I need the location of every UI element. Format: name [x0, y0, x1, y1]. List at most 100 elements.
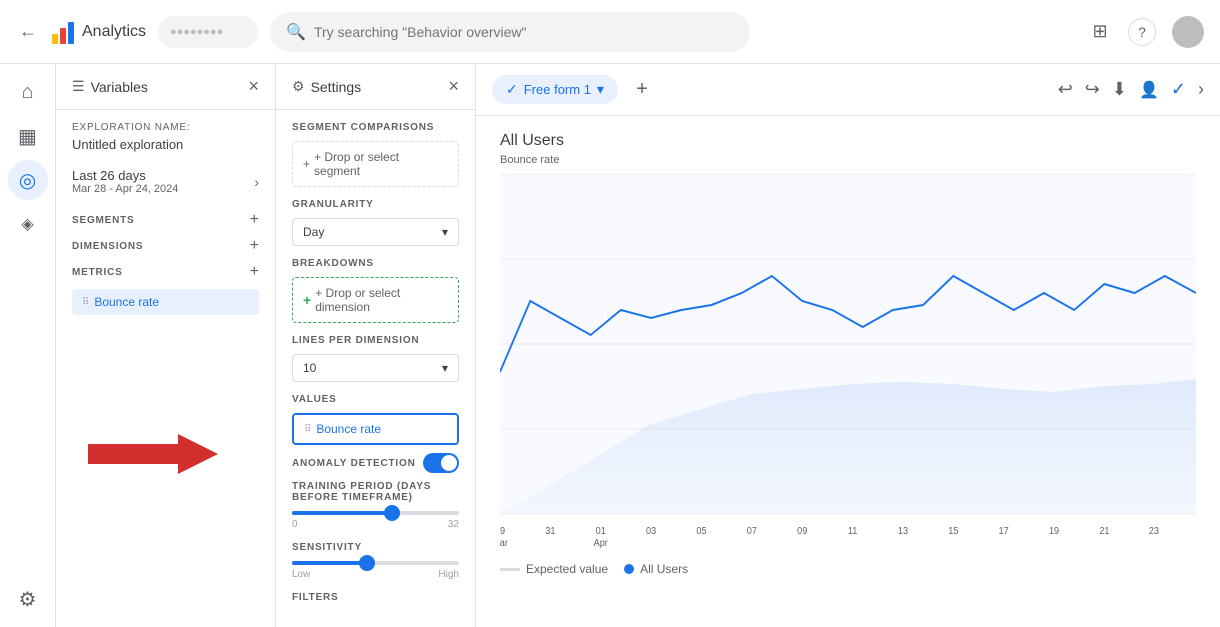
training-period-track[interactable]: [292, 511, 459, 515]
anomaly-detection-row: ANOMALY DETECTION: [292, 453, 459, 473]
exploration-name-label: EXPLORATION NAME:: [72, 122, 259, 133]
variables-panel-icon: ☰: [72, 78, 85, 95]
chart-title: All Users: [500, 132, 1196, 150]
more-icon[interactable]: ›: [1198, 79, 1204, 100]
segments-add-button[interactable]: +: [250, 211, 259, 229]
drag-handle-icon: ⠿: [82, 297, 88, 308]
nav-home[interactable]: ⌂: [8, 72, 48, 112]
drop-segment-label: + Drop or select segment: [314, 150, 448, 178]
training-period-label: TRAINING PERIOD (DAYS BEFORE TIMEFRAME): [292, 481, 459, 503]
legend-all-users: All Users: [624, 562, 688, 576]
toggle-knob: [441, 455, 457, 471]
legend-expected-label: Expected value: [526, 562, 608, 576]
training-period-fill: [292, 511, 392, 515]
values-drag-handle-icon: ⠿: [304, 424, 310, 435]
nav-settings[interactable]: ⚙: [8, 579, 48, 619]
settings-panel-icon: ⚙: [292, 78, 305, 95]
granularity-chevron-icon: ▾: [442, 225, 448, 239]
svg-text:11: 11: [848, 526, 858, 537]
sensitivity-fill: [292, 561, 367, 565]
svg-text:23: 23: [1149, 526, 1159, 537]
help-icon[interactable]: ?: [1128, 18, 1156, 46]
training-period-section: TRAINING PERIOD (DAYS BEFORE TIMEFRAME) …: [292, 481, 459, 530]
search-bar[interactable]: 🔍: [270, 12, 750, 52]
nav-advertising[interactable]: ◈: [8, 204, 48, 244]
drop-dimension-label: + Drop or select dimension: [315, 286, 448, 314]
legend-expected-line-icon: [500, 568, 520, 571]
filters-label: FILTERS: [292, 592, 459, 603]
granularity-select[interactable]: Day ▾: [292, 218, 459, 246]
sensitivity-track[interactable]: [292, 561, 459, 565]
values-label: VALUES: [292, 394, 459, 405]
redo-icon[interactable]: ↪: [1085, 79, 1100, 100]
sensitivity-thumb[interactable]: [359, 555, 375, 571]
sensitivity-label: SENSITIVITY: [292, 542, 459, 553]
lines-per-dimension-select[interactable]: 10 ▾: [292, 354, 459, 382]
exploration-name-section: EXPLORATION NAME: Untitled exploration: [72, 122, 259, 152]
lines-per-dimension-label: LINES PER DIMENSION: [292, 335, 459, 346]
svg-text:07: 07: [747, 526, 757, 537]
drop-segment-box[interactable]: + + Drop or select segment: [292, 141, 459, 187]
tab-check-icon: ✓: [506, 81, 518, 98]
nav-explore[interactable]: ◎: [8, 160, 48, 200]
date-range-chevron[interactable]: ›: [254, 174, 259, 190]
dimensions-section-row: DIMENSIONS +: [72, 237, 259, 255]
metric-chip-bounce-rate[interactable]: ⠿ Bounce rate: [72, 289, 259, 315]
variables-panel-title: Variables: [91, 79, 249, 95]
dimensions-label: DIMENSIONS: [72, 241, 143, 252]
avatar[interactable]: [1172, 16, 1204, 48]
back-button[interactable]: ←: [16, 20, 40, 44]
granularity-value: Day: [303, 225, 324, 239]
download-icon[interactable]: ⬇: [1112, 79, 1127, 100]
anomaly-detection-toggle[interactable]: [423, 453, 459, 473]
dimensions-add-button[interactable]: +: [250, 237, 259, 255]
segments-label: SEGMENTS: [72, 215, 135, 226]
svg-text:31: 31: [545, 526, 555, 537]
check-circle-icon[interactable]: ✓: [1171, 79, 1186, 100]
svg-text:21: 21: [1099, 526, 1109, 537]
legend-all-users-dot-icon: [624, 564, 634, 574]
drop-dimension-plus-icon: +: [303, 292, 311, 308]
drop-segment-plus-icon: +: [303, 157, 310, 171]
drop-dimension-box[interactable]: + + Drop or select dimension: [292, 277, 459, 323]
training-period-thumb[interactable]: [384, 505, 400, 521]
date-range-section[interactable]: Last 26 days Mar 28 - Apr 24, 2024 ›: [72, 168, 259, 195]
settings-close-button[interactable]: ×: [448, 76, 459, 97]
settings-panel-header: ⚙ Settings ×: [276, 64, 475, 110]
breakdowns-label: BREAKDOWNS: [292, 258, 459, 269]
metrics-label: METRICS: [72, 267, 123, 278]
variables-panel-header: ☰ Variables ×: [56, 64, 275, 110]
grid-icon[interactable]: ⊞: [1088, 20, 1112, 44]
sensitivity-high-label: High: [438, 569, 459, 580]
legend-expected-value: Expected value: [500, 562, 608, 576]
nav-reports[interactable]: ▦: [8, 116, 48, 156]
date-range-header: Last 26 days Mar 28 - Apr 24, 2024 ›: [72, 168, 259, 195]
settings-panel: ⚙ Settings × SEGMENT COMPARISONS + + Dro…: [276, 64, 476, 627]
tab-add-button[interactable]: +: [626, 74, 658, 106]
share-icon[interactable]: 👤: [1139, 80, 1159, 100]
variables-panel: ☰ Variables × EXPLORATION NAME: Untitled…: [56, 64, 276, 627]
metrics-add-button[interactable]: +: [250, 263, 259, 281]
chart-svg: 0.8 0.6 0.4 0.2 0: [500, 174, 1196, 554]
svg-text:03: 03: [646, 526, 656, 537]
tab-label: Free form 1: [524, 82, 591, 97]
app-name: Analytics: [82, 23, 146, 41]
lines-per-dimension-chevron-icon: ▾: [442, 361, 448, 375]
search-input[interactable]: [314, 24, 734, 40]
svg-text:17: 17: [999, 526, 1009, 537]
settings-panel-title: Settings: [311, 79, 449, 95]
variables-close-button[interactable]: ×: [248, 76, 259, 97]
granularity-label: GRANULARITY: [292, 199, 459, 210]
date-range-dates: Mar 28 - Apr 24, 2024: [72, 183, 178, 195]
training-period-max-label: 32: [448, 519, 459, 530]
svg-text:19: 19: [1049, 526, 1059, 537]
free-form-tab[interactable]: ✓ Free form 1 ▾: [492, 75, 618, 104]
undo-icon[interactable]: ↩: [1058, 79, 1073, 100]
sensitivity-low-label: Low: [292, 569, 310, 580]
lines-per-dimension-value: 10: [303, 361, 316, 375]
svg-text:15: 15: [948, 526, 958, 537]
account-chip[interactable]: ●●●●●●●●: [158, 16, 258, 48]
svg-text:05: 05: [696, 526, 706, 537]
values-item-bounce-rate[interactable]: ⠿ Bounce rate: [292, 413, 459, 445]
topbar: ← Analytics ●●●●●●●● 🔍 ⊞ ?: [0, 0, 1220, 64]
